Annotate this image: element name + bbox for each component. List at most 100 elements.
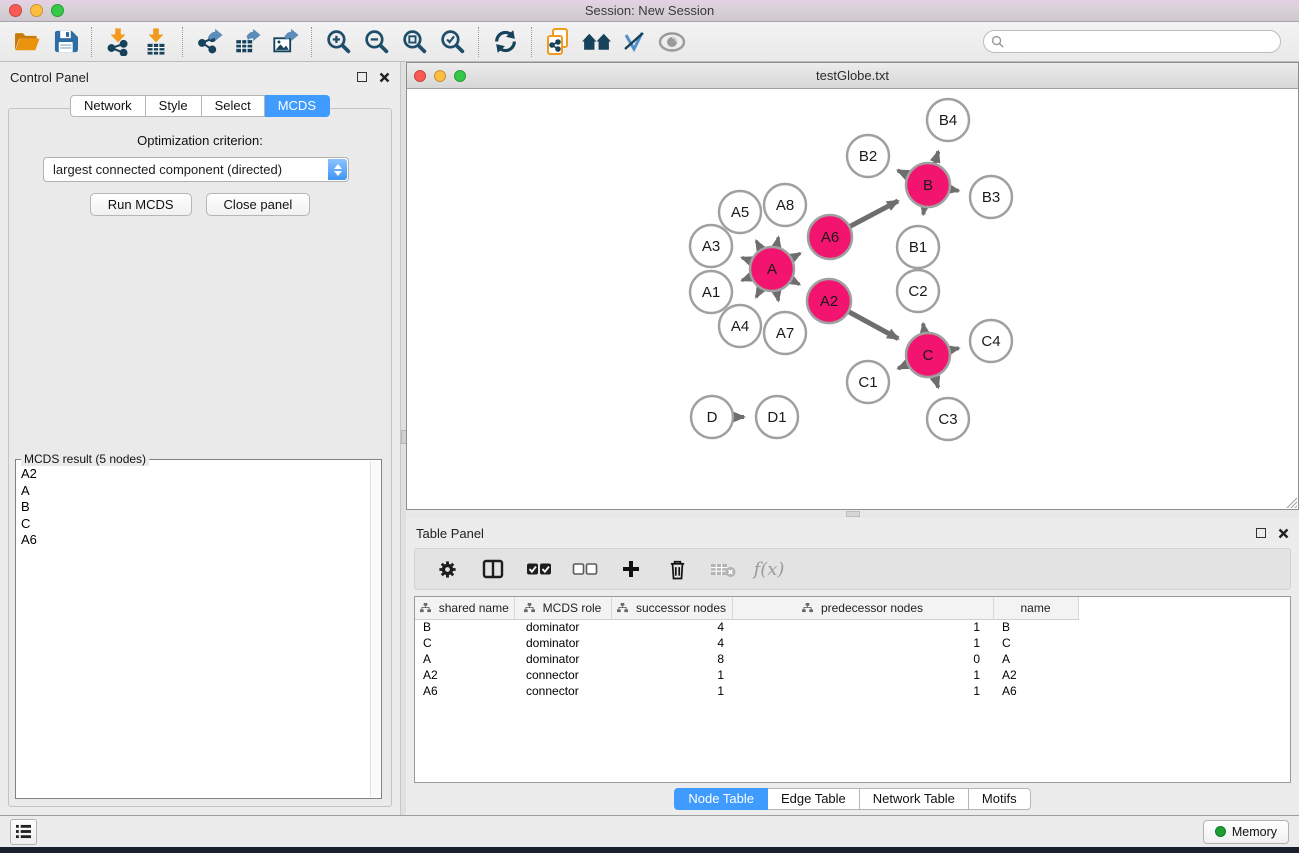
column-header-shared-name[interactable]: shared name: [415, 597, 514, 619]
close-panel-button[interactable]: Close panel: [206, 193, 311, 216]
column-header-mcds-role[interactable]: MCDS role: [514, 597, 611, 619]
split-panel-icon[interactable]: [475, 553, 511, 585]
table-cell[interactable]: 1: [732, 619, 993, 635]
graph-edge[interactable]: [776, 237, 778, 247]
column-header-name[interactable]: name: [993, 597, 1078, 619]
close-panel-icon[interactable]: [379, 72, 390, 83]
graph-edge[interactable]: [742, 277, 752, 281]
divider-grip[interactable]: [846, 511, 860, 517]
column-header-predecessor-nodes[interactable]: predecessor nodes: [732, 597, 993, 619]
table-cell[interactable]: 1: [732, 683, 993, 699]
column-header-successor-nodes[interactable]: successor nodes: [611, 597, 732, 619]
table-settings-icon[interactable]: [429, 553, 465, 585]
mcds-result-item[interactable]: B: [21, 499, 365, 516]
table-cell[interactable]: 4: [611, 619, 732, 635]
add-column-icon[interactable]: [613, 553, 649, 585]
table-cell[interactable]: A2: [993, 667, 1078, 683]
graph-edge[interactable]: [950, 348, 959, 350]
graph-edge[interactable]: [935, 152, 939, 165]
vizmapper-icon[interactable]: [615, 25, 653, 59]
table-cell[interactable]: dominator: [514, 619, 611, 635]
graph-edge[interactable]: [950, 189, 959, 191]
delete-table-icon[interactable]: [705, 553, 741, 585]
tab-network[interactable]: Network: [70, 95, 146, 117]
graph-edge[interactable]: [756, 288, 761, 297]
graph-edge[interactable]: [848, 312, 898, 339]
table-row[interactable]: A2connector11A2: [415, 667, 1078, 683]
mcds-result-item[interactable]: A6: [21, 532, 365, 549]
table-cell[interactable]: dominator: [514, 635, 611, 651]
table-cell[interactable]: 8: [611, 651, 732, 667]
memory-button[interactable]: Memory: [1203, 820, 1289, 844]
export-network-icon[interactable]: [190, 25, 228, 59]
tab-node-table[interactable]: Node Table: [674, 788, 768, 810]
tab-network-table[interactable]: Network Table: [860, 788, 969, 810]
table-row[interactable]: Bdominator41B: [415, 619, 1078, 635]
table-cell[interactable]: A6: [993, 683, 1078, 699]
table-row[interactable]: Cdominator41C: [415, 635, 1078, 651]
table-cell[interactable]: C: [993, 635, 1078, 651]
network-canvas[interactable]: AA1A2A3A4A5A6A7A8BB1B2B3B4CC1C2C3C4DD1: [407, 89, 1298, 509]
tab-edge-table[interactable]: Edge Table: [768, 788, 860, 810]
table-cell[interactable]: 4: [611, 635, 732, 651]
window-resize-grip[interactable]: [1284, 495, 1297, 508]
mcds-result-item[interactable]: A2: [21, 466, 365, 483]
zoom-in-icon[interactable]: [319, 25, 357, 59]
table-cell[interactable]: 1: [611, 683, 732, 699]
table-row[interactable]: Adominator80A: [415, 651, 1078, 667]
tab-motifs[interactable]: Motifs: [969, 788, 1031, 810]
select-all-columns-icon[interactable]: [521, 553, 557, 585]
table-cell[interactable]: C: [415, 635, 514, 651]
float-panel-icon[interactable]: [1256, 528, 1266, 538]
function-builder-icon[interactable]: f(x): [751, 553, 787, 585]
table-cell[interactable]: connector: [514, 667, 611, 683]
table-cell[interactable]: dominator: [514, 651, 611, 667]
refresh-view-icon[interactable]: [486, 25, 524, 59]
unselect-all-columns-icon[interactable]: [567, 553, 603, 585]
close-panel-icon[interactable]: [1278, 528, 1289, 539]
search-field[interactable]: [983, 30, 1281, 53]
open-session-icon[interactable]: [8, 25, 46, 59]
export-table-icon[interactable]: [228, 25, 266, 59]
table-cell[interactable]: B: [993, 619, 1078, 635]
table-cell[interactable]: 1: [732, 635, 993, 651]
import-network-icon[interactable]: [99, 25, 137, 59]
import-table-icon[interactable]: [137, 25, 175, 59]
table-cell[interactable]: A6: [415, 683, 514, 699]
table-cell[interactable]: connector: [514, 683, 611, 699]
table-row[interactable]: A6connector11A6: [415, 683, 1078, 699]
run-mcds-button[interactable]: Run MCDS: [90, 193, 192, 216]
table-cell[interactable]: A: [993, 651, 1078, 667]
zoom-out-icon[interactable]: [357, 25, 395, 59]
horizontal-split-divider[interactable]: [406, 510, 1299, 518]
graph-edge[interactable]: [742, 258, 752, 262]
first-neighbors-icon[interactable]: [577, 25, 615, 59]
delete-columns-icon[interactable]: [659, 553, 695, 585]
criterion-select[interactable]: largest connected component (directed): [43, 157, 349, 182]
mcds-result-item[interactable]: C: [21, 516, 365, 533]
export-image-icon[interactable]: [266, 25, 304, 59]
graph-edge[interactable]: [898, 170, 909, 175]
table-cell[interactable]: A2: [415, 667, 514, 683]
graph-edge[interactable]: [776, 291, 778, 301]
graph-edge[interactable]: [935, 376, 939, 388]
graph-edge[interactable]: [923, 324, 925, 334]
float-panel-icon[interactable]: [357, 72, 367, 82]
mcds-list-scrollbar[interactable]: [370, 461, 380, 797]
graph-edge[interactable]: [756, 241, 761, 250]
tab-select[interactable]: Select: [202, 95, 265, 117]
task-history-button[interactable]: [10, 819, 37, 845]
tab-mcds[interactable]: MCDS: [265, 95, 330, 117]
save-session-icon[interactable]: [46, 25, 84, 59]
zoom-fit-icon[interactable]: [395, 25, 433, 59]
search-input[interactable]: [1004, 33, 1280, 51]
tab-style[interactable]: Style: [146, 95, 202, 117]
mcds-result-item[interactable]: A: [21, 483, 365, 500]
table-cell[interactable]: 0: [732, 651, 993, 667]
zoom-selected-icon[interactable]: [433, 25, 471, 59]
table-cell[interactable]: A: [415, 651, 514, 667]
table-cell[interactable]: 1: [611, 667, 732, 683]
graph-edge[interactable]: [849, 201, 898, 227]
table-cell[interactable]: B: [415, 619, 514, 635]
show-hide-icon[interactable]: [653, 25, 691, 59]
